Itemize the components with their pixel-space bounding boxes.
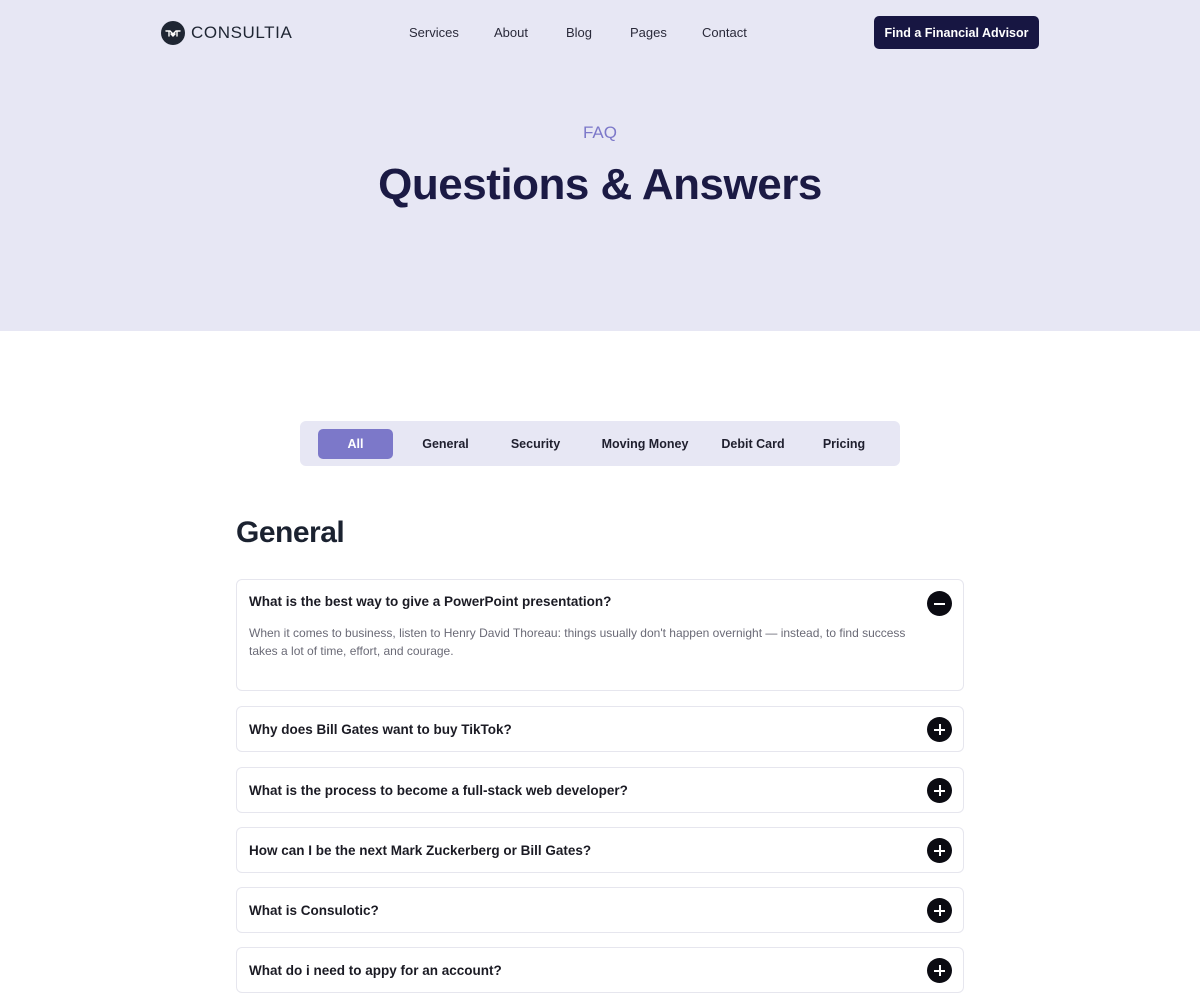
faq-answer: When it comes to business, listen to Hen… [249, 626, 906, 658]
plus-circle-icon[interactable] [927, 838, 952, 863]
nav-link-blog[interactable]: Blog [566, 25, 592, 40]
faq-item[interactable]: What is the process to become a full-sta… [236, 767, 964, 813]
hero-eyebrow: FAQ [582, 123, 617, 142]
faq-question[interactable]: How can I be the next Mark Zuckerberg or… [249, 843, 591, 858]
site-header: CONSULTIA Services About Blog Pages Cont… [0, 0, 1200, 66]
faq-item[interactable]: What is the best way to give a PowerPoin… [236, 579, 964, 691]
faq-item[interactable]: Why does Bill Gates want to buy TikTok? [236, 706, 964, 752]
minus-circle-icon[interactable] [927, 591, 952, 616]
filter-tab-debit-card[interactable]: Debit Card [713, 429, 793, 459]
plus-circle-icon[interactable] [927, 958, 952, 983]
filter-tab-general[interactable]: General [408, 429, 483, 459]
filter-tab-all[interactable]: All [318, 429, 393, 459]
faq-item[interactable]: What is Consulotic? [236, 887, 964, 933]
faq-question[interactable]: What is Consulotic? [249, 903, 379, 918]
plus-circle-icon[interactable] [927, 898, 952, 923]
nav-link-about[interactable]: About [494, 25, 528, 40]
nav-link-pages[interactable]: Pages [630, 25, 667, 40]
plus-circle-icon[interactable] [927, 717, 952, 742]
filter-tab-moving-money[interactable]: Moving Money [595, 429, 695, 459]
faq-question[interactable]: What is the process to become a full-sta… [249, 783, 628, 798]
faq-question[interactable]: Why does Bill Gates want to buy TikTok? [249, 722, 512, 737]
faq-question[interactable]: What do i need to appy for an account? [249, 963, 502, 978]
section-title: General [236, 516, 345, 549]
faq-filter-tabs: All General Security Moving Money Debit … [300, 421, 900, 466]
page-title: Questions & Answers [378, 160, 822, 209]
nav-link-services[interactable]: Services [409, 25, 459, 40]
faq-item[interactable]: What do i need to appy for an account? [236, 947, 964, 993]
plus-circle-icon[interactable] [927, 778, 952, 803]
filter-tab-security[interactable]: Security [498, 429, 573, 459]
filter-tab-pricing[interactable]: Pricing [810, 429, 878, 459]
faq-item[interactable]: How can I be the next Mark Zuckerberg or… [236, 827, 964, 873]
find-advisor-button[interactable]: Find a Financial Advisor [874, 16, 1039, 49]
faq-question[interactable]: What is the best way to give a PowerPoin… [249, 594, 611, 609]
nav-link-contact[interactable]: Contact [702, 25, 747, 40]
hero-section: CONSULTIA Services About Blog Pages Cont… [0, 0, 1200, 331]
